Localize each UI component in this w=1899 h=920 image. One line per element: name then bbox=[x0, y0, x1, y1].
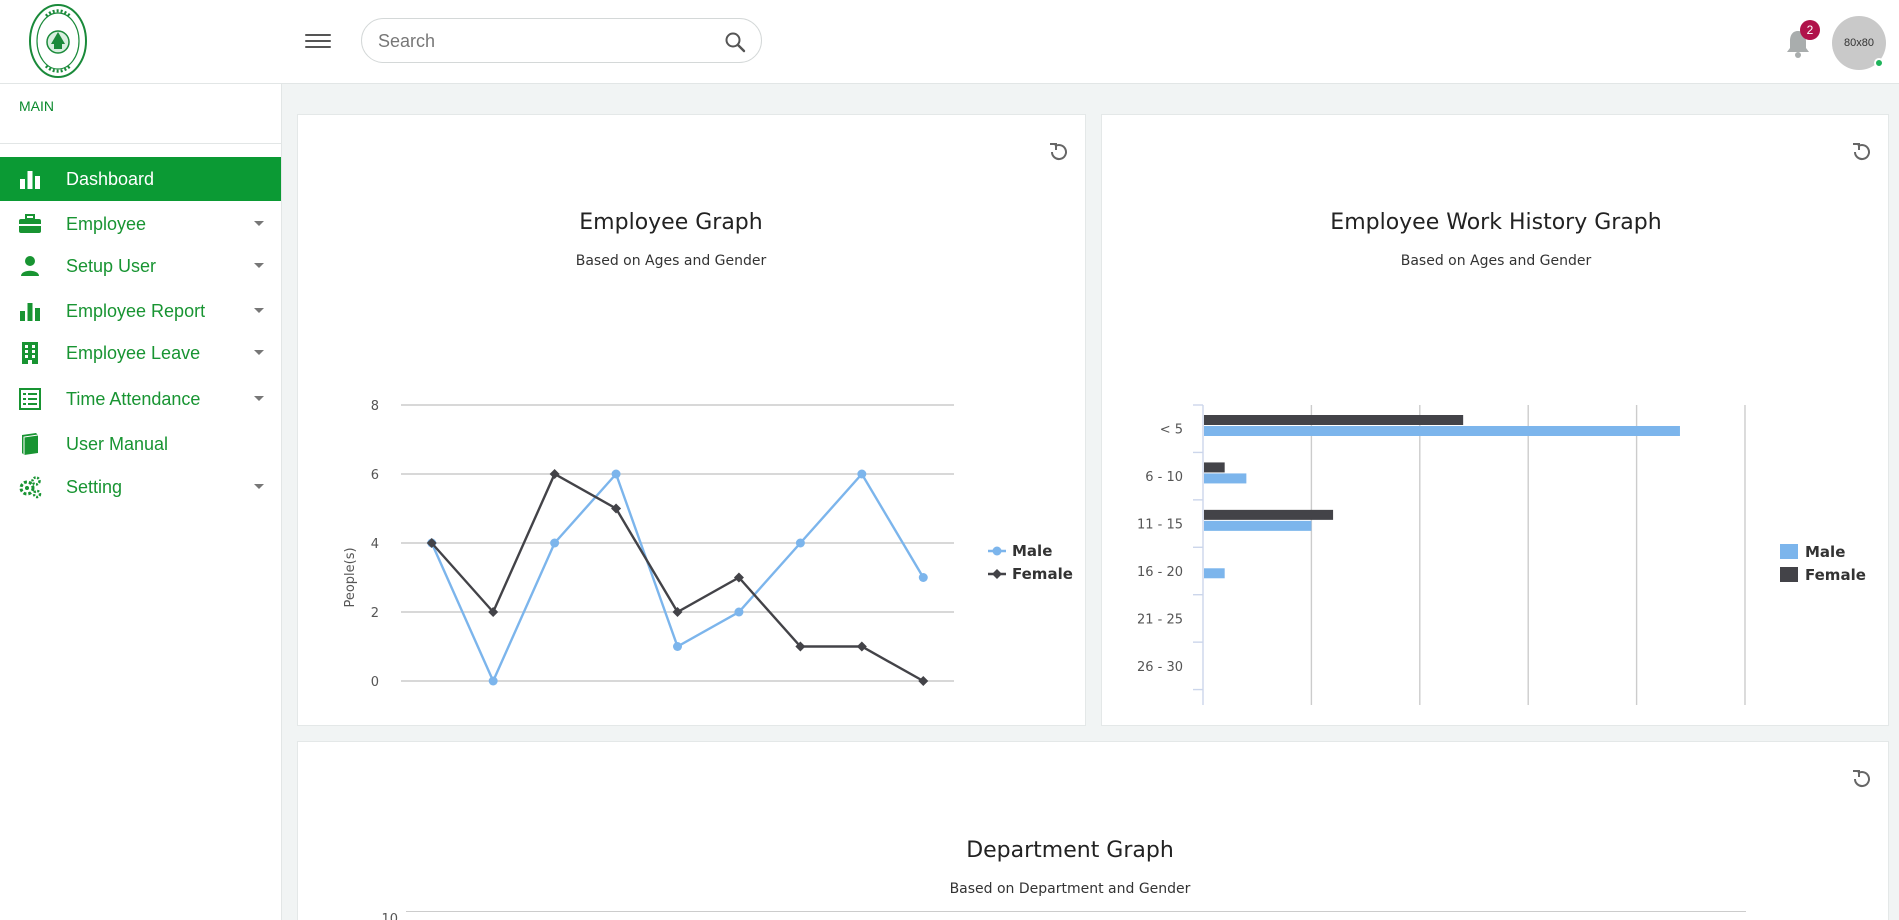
female-bar bbox=[1204, 415, 1464, 425]
department-graph-card: Department Graph Based on Department and… bbox=[297, 741, 1889, 920]
chart-title: Employee Work History Graph bbox=[1330, 210, 1662, 235]
y-tick-label: 6 bbox=[371, 468, 379, 483]
building-icon bbox=[22, 342, 38, 364]
work-history-bar-chart: 0510152025< 56 - 1011 - 1516 - 2021 - 25… bbox=[1137, 404, 1866, 705]
female-bar bbox=[1204, 509, 1334, 520]
chevron-down-icon bbox=[254, 396, 264, 401]
y-tick-label: 10 bbox=[381, 912, 398, 920]
female-data-point bbox=[611, 503, 622, 514]
y-tick-label: 4 bbox=[371, 537, 379, 552]
y-tick-label: 8 bbox=[371, 399, 379, 414]
refresh-icon[interactable] bbox=[1047, 141, 1069, 163]
y-tick-label: < 5 bbox=[1160, 423, 1183, 438]
female-data-point bbox=[549, 469, 560, 479]
y-tick-label: 2 bbox=[371, 606, 379, 621]
female-bar bbox=[1204, 462, 1225, 473]
chart-title: Department Graph bbox=[966, 838, 1174, 863]
sidebar-item-dashboard[interactable]: Dashboard bbox=[0, 157, 281, 201]
sidebar-item-label: Time Attendance bbox=[66, 389, 201, 409]
female-data-point bbox=[856, 641, 867, 652]
chevron-down-icon bbox=[254, 263, 264, 268]
parliament-logo[interactable] bbox=[26, 2, 90, 80]
male-data-point bbox=[488, 676, 498, 686]
briefcase-icon bbox=[19, 214, 41, 233]
search-box bbox=[361, 18, 762, 63]
online-status-dot bbox=[1874, 58, 1884, 68]
legend-marker bbox=[1780, 544, 1798, 559]
legend-marker bbox=[992, 546, 1002, 556]
chevron-down-icon bbox=[254, 484, 264, 489]
work-history-card: Employee Work History Graph Based on Age… bbox=[1101, 114, 1889, 726]
male-data-point bbox=[918, 573, 928, 582]
y-tick-label: 6 - 10 bbox=[1145, 470, 1183, 485]
sidebar-item-label: User Manual bbox=[66, 434, 169, 454]
sidebar-item-employee[interactable]: Employee bbox=[0, 202, 281, 246]
legend-marker bbox=[992, 569, 1002, 579]
search-input[interactable] bbox=[378, 29, 708, 53]
sidebar-item-label: Employee bbox=[66, 214, 147, 234]
legend-label: Female bbox=[1012, 565, 1073, 583]
sidebar-item-label: Employee Leave bbox=[66, 343, 201, 363]
chevron-down-icon bbox=[254, 308, 264, 313]
sidebar: MAIN Dashboard Employee Setup User Emplo… bbox=[0, 84, 282, 920]
sidebar-item-setting[interactable]: Setting bbox=[0, 465, 281, 509]
sidebar-item-label: Setup User bbox=[66, 256, 157, 276]
y-tick-label: 21 - 25 bbox=[1137, 612, 1183, 627]
sidebar-divider bbox=[0, 143, 281, 144]
sidebar-item-time-attendance[interactable]: Time Attendance bbox=[0, 377, 281, 421]
gridline bbox=[406, 911, 1746, 912]
refresh-icon[interactable] bbox=[1850, 141, 1872, 163]
y-tick-label: 16 - 20 bbox=[1137, 565, 1183, 580]
refresh-icon[interactable] bbox=[1850, 768, 1872, 790]
user-icon bbox=[21, 256, 39, 276]
female-data-point bbox=[918, 676, 929, 686]
list-icon bbox=[19, 388, 41, 410]
gears-icon bbox=[19, 476, 42, 499]
y-axis-label: People(s) bbox=[343, 547, 358, 607]
bar-chart-icon bbox=[20, 171, 40, 189]
bar-chart-icon bbox=[20, 303, 40, 321]
sidebar-item-setup-user[interactable]: Setup User bbox=[0, 244, 281, 288]
sidebar-item-employee-leave[interactable]: Employee Leave bbox=[0, 331, 281, 375]
female-data-point bbox=[672, 607, 683, 617]
male-data-point bbox=[550, 538, 560, 548]
sidebar-item-label: Setting bbox=[66, 477, 123, 497]
book-icon bbox=[22, 433, 39, 455]
male-bar bbox=[1204, 520, 1312, 531]
chevron-down-icon bbox=[254, 221, 264, 226]
legend-label: Female bbox=[1805, 566, 1866, 584]
male-bar bbox=[1204, 568, 1225, 579]
male-data-point bbox=[734, 607, 744, 617]
employee-graph-card: Employee Graph Based on Ages and Gender … bbox=[297, 114, 1086, 726]
legend-label: Male bbox=[1012, 542, 1052, 560]
search-icon[interactable] bbox=[723, 30, 747, 54]
notification-badge[interactable]: 2 bbox=[1800, 20, 1820, 40]
sidebar-item-user-manual[interactable]: User Manual bbox=[0, 422, 281, 466]
male-data-point bbox=[857, 469, 867, 479]
sidebar-item-label: Employee Report bbox=[66, 301, 206, 321]
y-tick-label: 11 - 15 bbox=[1137, 518, 1183, 533]
sidebar-section-label: MAIN bbox=[19, 98, 54, 114]
male-bar bbox=[1204, 426, 1680, 436]
employee-line-chart: -202468< 2020 -2525 -3030 -3535 -4040 -4… bbox=[343, 399, 1073, 690]
legend-label: Male bbox=[1805, 543, 1845, 561]
male-data-point bbox=[795, 538, 805, 548]
top-bar: 2 80x80 bbox=[0, 0, 1899, 84]
sidebar-item-employee-report[interactable]: Employee Report bbox=[0, 289, 281, 333]
male-data-point bbox=[673, 642, 682, 651]
male-data-point bbox=[611, 469, 621, 479]
sidebar-item-label: Dashboard bbox=[66, 169, 155, 189]
chevron-down-icon bbox=[254, 350, 264, 355]
male-bar bbox=[1204, 473, 1247, 484]
chart-subtitle: Based on Department and Gender bbox=[949, 881, 1191, 897]
y-tick-label: 0 bbox=[371, 675, 379, 690]
legend-marker bbox=[1780, 567, 1798, 582]
y-tick-label: 26 - 30 bbox=[1137, 660, 1183, 675]
chart-title: Employee Graph bbox=[579, 210, 763, 235]
menu-toggle-button[interactable] bbox=[305, 30, 331, 54]
